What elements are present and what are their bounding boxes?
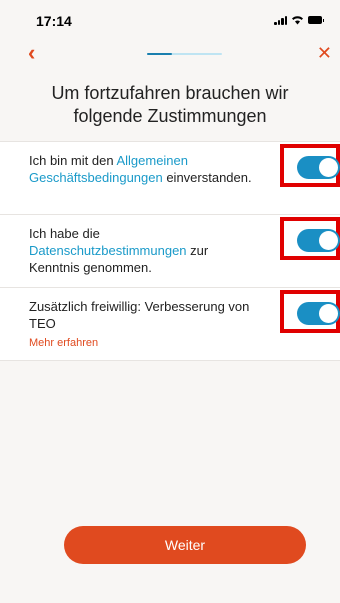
continue-button[interactable]: Weiter [64, 526, 306, 564]
consent-row-privacy: Ich habe die Datenschutzbestimmungen zur… [0, 215, 340, 288]
page-title: Um fortzufahren brauchen wir folgende Zu… [51, 83, 289, 126]
highlight-box [280, 217, 340, 260]
highlight-box [280, 144, 340, 187]
toggle-knob [319, 231, 338, 250]
close-button[interactable]: ✕ [317, 43, 332, 63]
more-info-link[interactable]: Mehr erfahren [29, 335, 259, 352]
progress-fill [147, 53, 172, 55]
terms-toggle[interactable] [297, 156, 340, 179]
consent-row-terms: Ich bin mit den Allgemeinen Geschäftsbed… [0, 141, 340, 215]
highlight-box [280, 290, 340, 333]
consent-text: Ich habe die Datenschutzbestimmungen zur… [29, 225, 259, 276]
consent-text: Ich bin mit den Allgemeinen Geschäftsbed… [29, 152, 259, 186]
consent-row-improvement: Zusätzlich freiwillig: Verbesserung von … [0, 288, 340, 361]
back-button[interactable]: ‹ [28, 42, 35, 64]
consent-list: Ich bin mit den Allgemeinen Geschäftsbed… [0, 141, 340, 361]
chevron-left-icon: ‹ [28, 40, 36, 65]
status-time: 17:14 [36, 13, 72, 29]
status-bar: 17:14 [0, 0, 340, 40]
signal-icon [274, 15, 287, 25]
progress-bar [147, 53, 222, 55]
consent-label: Ich bin mit den [29, 153, 117, 168]
consent-label: Zusätzlich freiwillig: Verbesserung von … [29, 299, 250, 331]
nav-bar: ‹ ✕ [0, 40, 340, 70]
privacy-toggle[interactable] [297, 229, 340, 252]
improvement-toggle[interactable] [297, 302, 340, 325]
toggle-knob [319, 304, 338, 323]
close-icon: ✕ [316, 43, 332, 63]
consent-label: Ich habe die [29, 226, 100, 241]
privacy-link[interactable]: Datenschutzbestimmungen [29, 243, 187, 258]
consent-text: Zusätzlich freiwillig: Verbesserung von … [29, 298, 259, 352]
status-icons [274, 15, 324, 25]
battery-icon [308, 16, 324, 24]
consent-label: einverstanden. [162, 170, 252, 185]
toggle-knob [319, 158, 338, 177]
wifi-icon [292, 16, 303, 25]
